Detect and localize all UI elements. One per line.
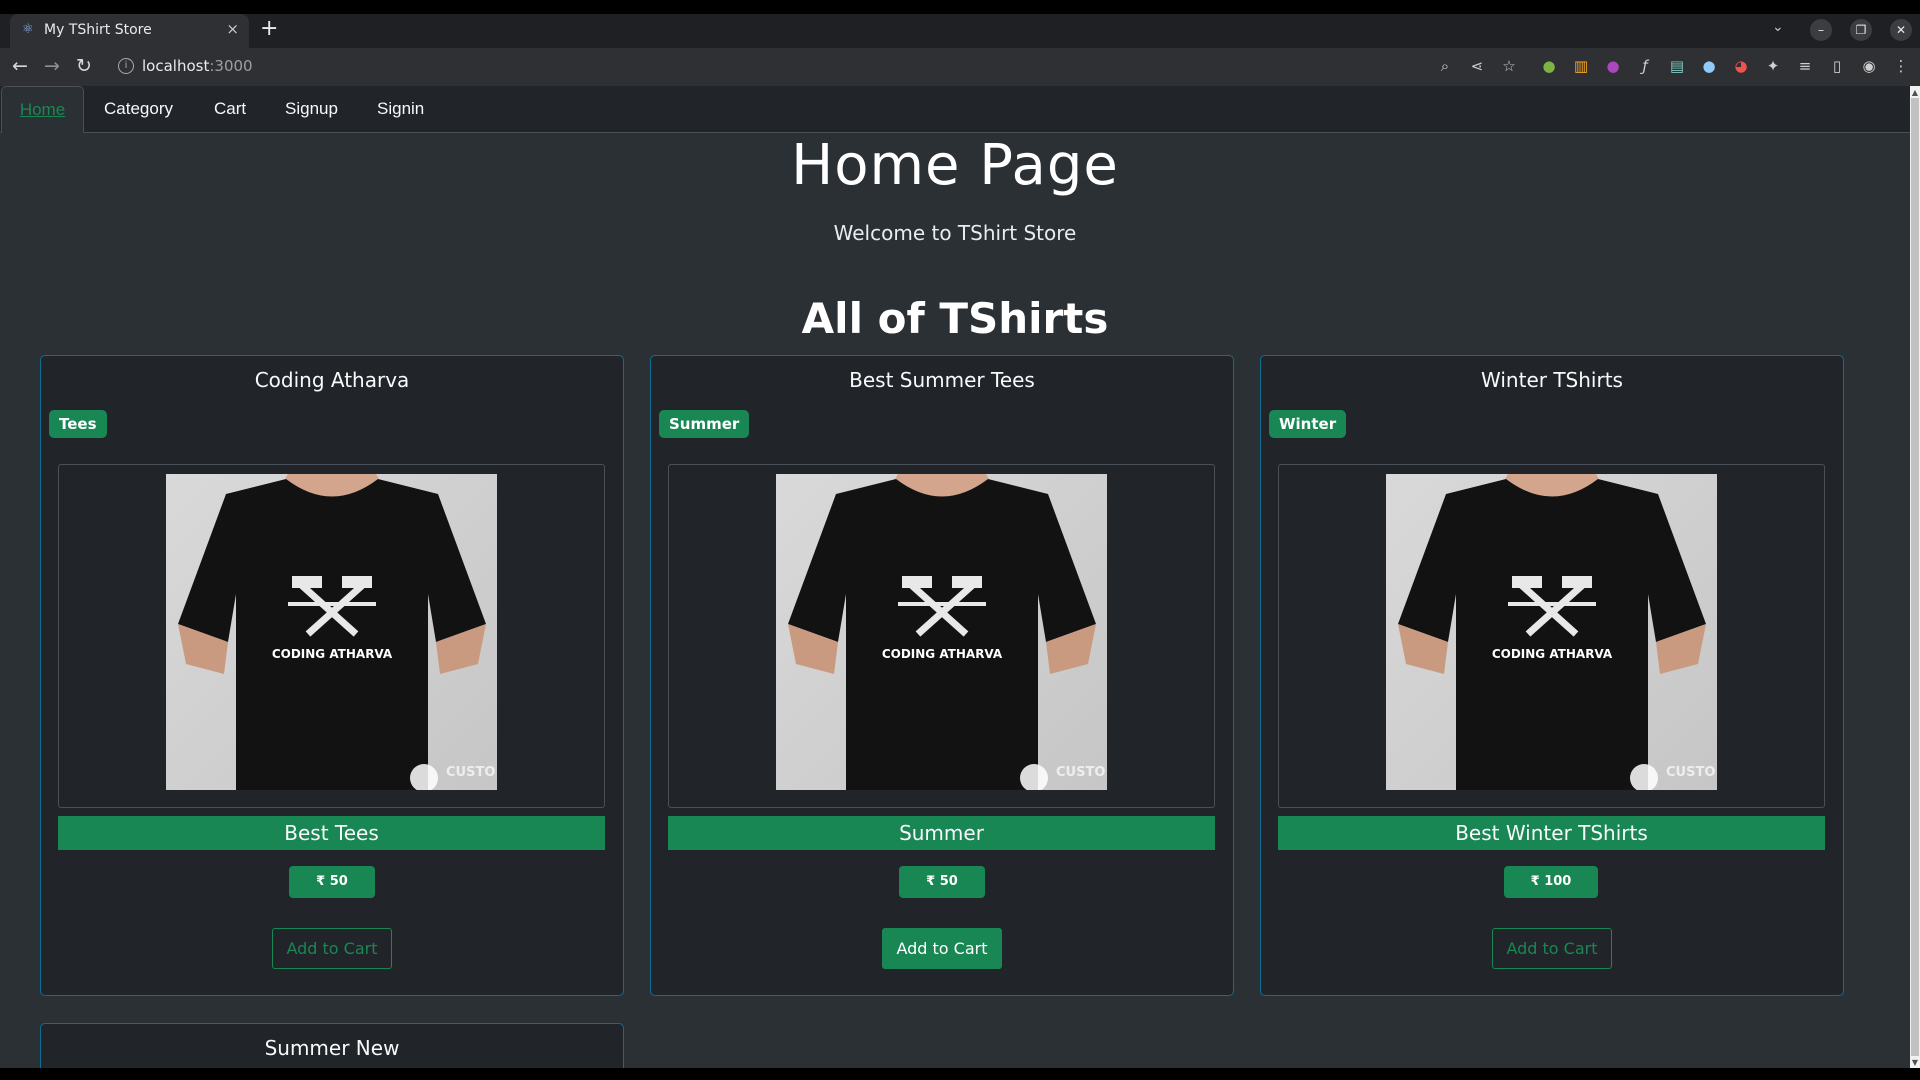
category-badge: Winter: [1269, 410, 1347, 438]
product-description: Best Tees: [58, 816, 605, 850]
category-badge: Tees: [49, 410, 107, 438]
url-host: localhost: [142, 57, 210, 75]
product-card: Summer New: [40, 1023, 624, 1068]
product-card: Coding Atharva Tees CODING ATHARVA CUSTO…: [40, 355, 624, 996]
product-image: CODING ATHARVA CUSTO INK: [776, 474, 1107, 790]
watermark-text: CUSTO INK: [1056, 765, 1107, 780]
site-info-icon[interactable]: i: [118, 58, 134, 74]
window-close-icon[interactable]: ✕: [1890, 19, 1912, 41]
product-name: Coding Atharva: [254, 368, 410, 392]
extension-fx-icon[interactable]: ƒ: [1636, 57, 1654, 75]
extension-blue-icon[interactable]: ●: [1700, 57, 1718, 75]
react-favicon-icon: ⚛: [22, 22, 34, 37]
product-card: Best Summer Tees Summer CODING ATHARVA C…: [650, 355, 1234, 996]
watermark-text: CUSTO INK: [1666, 765, 1717, 780]
restore-icon[interactable]: ❐: [1850, 19, 1872, 41]
nav-signin[interactable]: Signin: [377, 86, 424, 133]
extensions-puzzle-icon[interactable]: ✦: [1764, 57, 1782, 75]
extension-card-icon[interactable]: ▤: [1668, 57, 1686, 75]
add-to-cart-button[interactable]: Add to Cart: [272, 928, 392, 969]
minimize-icon[interactable]: –: [1810, 19, 1832, 41]
product-image: CODING ATHARVA CUSTO INK: [166, 474, 497, 790]
category-badge: Summer: [659, 410, 750, 438]
extension-color-icon[interactable]: ◕: [1732, 57, 1750, 75]
side-panel-icon[interactable]: ▯: [1828, 57, 1846, 75]
shirt-print-text: CODING ATHARVA: [272, 647, 393, 661]
nav-category[interactable]: Category: [104, 86, 173, 133]
extension-green-icon[interactable]: ●: [1540, 57, 1558, 75]
scroll-down-arrow-icon[interactable]: ▼: [1911, 1058, 1919, 1068]
product-description: Best Winter TShirts: [1278, 816, 1825, 850]
price-button[interactable]: ₹ 50: [899, 866, 985, 898]
product-name: Winter TShirts: [1481, 368, 1623, 392]
product-image: CODING ATHARVA CUSTO INK: [1386, 474, 1717, 790]
reload-icon[interactable]: ↻: [76, 56, 92, 76]
shirt-print-text: CODING ATHARVA: [882, 647, 1003, 661]
scrollbar-thumb[interactable]: [1911, 98, 1919, 1056]
price-button[interactable]: ₹ 50: [289, 866, 375, 898]
zoom-icon[interactable]: ⌕: [1436, 57, 1454, 75]
extension-purple-icon[interactable]: ●: [1604, 57, 1622, 75]
extension-chart-icon[interactable]: ▥: [1572, 57, 1590, 75]
section-title: All of TShirts: [801, 294, 1109, 343]
back-arrow-icon[interactable]: ←: [12, 56, 28, 76]
tab-search-chevron-icon[interactable]: ⌄: [1772, 19, 1784, 35]
address-bar[interactable]: localhost:3000: [142, 57, 253, 75]
bookmark-star-icon[interactable]: ☆: [1500, 57, 1518, 75]
page-viewport: Home Category Cart Signup Signin Home Pa…: [0, 86, 1910, 1068]
site-navbar: Home Category Cart Signup Signin: [0, 86, 1910, 133]
screen-bottom-edge: [0, 1068, 1920, 1080]
product-description: Summer: [668, 816, 1215, 850]
price-button[interactable]: ₹ 100: [1504, 866, 1598, 898]
add-to-cart-button[interactable]: Add to Cart: [882, 928, 1002, 969]
tshirt-illustration: CODING ATHARVA CUSTO INK: [178, 474, 497, 790]
browser-toolbar: [0, 48, 1920, 86]
nav-signup[interactable]: Signup: [285, 86, 338, 133]
close-tab-icon[interactable]: ×: [226, 20, 239, 38]
watermark-text: CUSTO INK: [446, 765, 497, 780]
tab-title: My TShirt Store: [44, 22, 152, 38]
page-title: Home Page: [791, 133, 1119, 198]
tshirt-illustration: CODING ATHARVA CUSTO INK: [1398, 474, 1717, 790]
reading-list-icon[interactable]: ≡: [1796, 57, 1814, 75]
browser-menu-icon[interactable]: ⋮: [1892, 57, 1910, 75]
profile-avatar-icon[interactable]: ◉: [1860, 57, 1878, 75]
share-icon[interactable]: ⋖: [1468, 57, 1486, 75]
forward-arrow-icon[interactable]: →: [44, 56, 60, 76]
page-subtitle: Welcome to TShirt Store: [833, 221, 1077, 245]
shirt-print-text: CODING ATHARVA: [1492, 647, 1613, 661]
product-name: Best Summer Tees: [849, 368, 1035, 392]
nav-cart[interactable]: Cart: [214, 86, 246, 133]
new-tab-button[interactable]: +: [260, 16, 278, 41]
browser-tab[interactable]: ⚛ My TShirt Store ×: [10, 14, 249, 48]
product-name: Summer New: [264, 1036, 400, 1060]
nav-home[interactable]: Home: [1, 86, 84, 133]
scroll-up-arrow-icon[interactable]: ▲: [1911, 88, 1919, 98]
tshirt-illustration: CODING ATHARVA CUSTO INK: [788, 474, 1107, 790]
browser-tab-strip: [0, 14, 1920, 48]
url-port: :3000: [209, 57, 253, 75]
product-card: Winter TShirts Winter CODING ATHARVA CUS…: [1260, 355, 1844, 996]
add-to-cart-button[interactable]: Add to Cart: [1492, 928, 1612, 969]
